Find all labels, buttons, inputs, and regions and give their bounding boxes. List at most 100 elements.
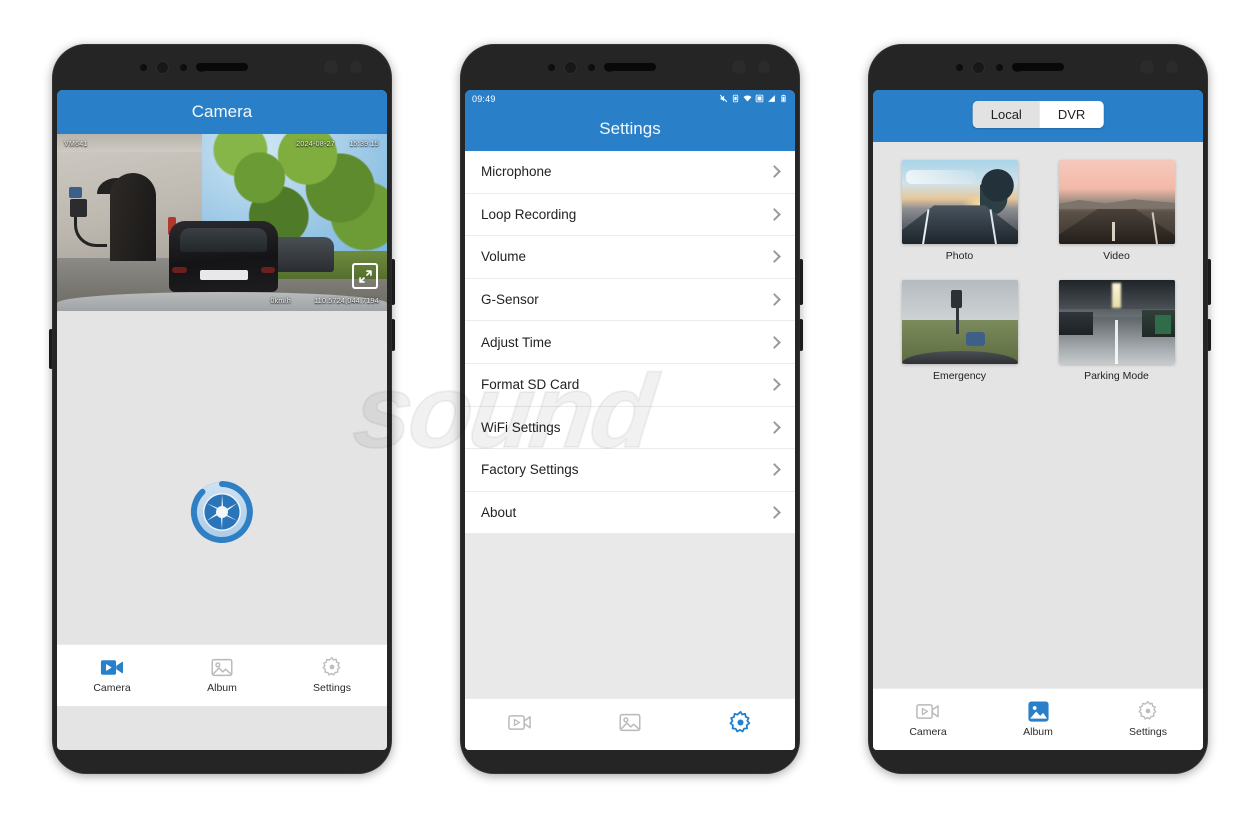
chevron-right-icon xyxy=(768,165,781,179)
chevron-right-icon xyxy=(768,506,781,519)
gear-icon xyxy=(1135,700,1161,721)
sensor-dot-icon xyxy=(1166,61,1178,73)
video-camera-icon xyxy=(915,701,941,721)
overlay-speed: 0km/h xyxy=(270,298,291,305)
settings-row-label: About xyxy=(481,505,517,521)
power-button[interactable] xyxy=(799,319,803,351)
settings-row-factory-settings[interactable]: Factory Settings xyxy=(465,449,795,492)
album-screen: Local DVR Photo Video Emergency Parking … xyxy=(873,90,1203,750)
settings-row-label: Factory Settings xyxy=(481,462,579,478)
chevron-right-icon xyxy=(768,378,781,392)
tab-settings-label: Settings xyxy=(1129,726,1167,738)
camera-screen: Camera VM641 2024-08-27 15:39:15 0km/h 1… xyxy=(57,90,387,750)
thumbnail-parking-mode[interactable] xyxy=(1058,280,1175,364)
settings-row-microphone[interactable]: Microphone xyxy=(465,151,795,194)
sensor-dot-icon xyxy=(140,64,147,71)
power-button[interactable] xyxy=(1207,319,1211,351)
video-camera-icon xyxy=(99,657,125,677)
volume-button[interactable] xyxy=(1207,259,1211,305)
earpiece-speaker xyxy=(604,63,656,71)
tab-camera[interactable]: Camera xyxy=(57,645,167,706)
screenshot-root: sound Camera xyxy=(0,0,1260,840)
album-tabbar: Camera Album Settings xyxy=(873,688,1203,750)
preview-charger-unit xyxy=(70,199,87,218)
thumbnail-video[interactable] xyxy=(1058,160,1175,244)
album-cell-video[interactable]: Video xyxy=(1044,160,1189,262)
settings-row-g-sensor[interactable]: G-Sensor xyxy=(465,278,795,322)
settings-row-volume[interactable]: Volume xyxy=(465,236,795,279)
settings-row-label: Loop Recording xyxy=(481,206,577,222)
sd-card-icon xyxy=(755,94,764,103)
photo-image-icon xyxy=(209,657,235,677)
sensor-dot-icon xyxy=(732,60,746,74)
settings-row-loop-recording[interactable]: Loop Recording xyxy=(465,193,795,237)
settings-list: Microphone Loop Recording Volume G-Senso… xyxy=(465,151,795,705)
status-time: 09:49 xyxy=(472,93,496,104)
wifi-icon xyxy=(743,95,752,102)
photo-image-icon xyxy=(617,712,643,732)
album-cell-label: Photo xyxy=(945,250,974,262)
phone-top-bezel xyxy=(460,44,800,90)
expand-arrows-icon[interactable] xyxy=(352,263,378,289)
preview-garage-door xyxy=(109,172,156,262)
sensor-dot-icon xyxy=(324,60,338,74)
sensor-dot-icon xyxy=(588,64,595,71)
earpiece-speaker xyxy=(196,63,248,71)
phone-album: Local DVR Photo Video Emergency Parking … xyxy=(868,44,1211,774)
phone-camera: Camera VM641 2024-08-27 15:39:15 0km/h 1… xyxy=(49,44,395,774)
settings-row-label: Volume xyxy=(481,249,527,265)
power-button[interactable] xyxy=(391,319,395,351)
album-cell-label: Video xyxy=(1103,250,1130,262)
page-title: Camera xyxy=(191,102,253,121)
overlay-model-label: VM641 xyxy=(64,141,88,148)
settings-row-label: Format SD Card xyxy=(481,377,580,393)
tab-settings[interactable]: Settings xyxy=(1093,689,1203,750)
tab-settings[interactable]: Settings xyxy=(277,645,387,706)
volume-button[interactable] xyxy=(799,259,803,305)
settings-row-adjust-time[interactable]: Adjust Time xyxy=(465,321,795,364)
settings-row-format-sd-card[interactable]: Format SD Card xyxy=(465,363,795,407)
tab-camera[interactable] xyxy=(465,699,575,750)
thumbnail-photo[interactable] xyxy=(901,160,1018,244)
overlay-time: 15:39:15 xyxy=(349,141,379,148)
gear-icon xyxy=(319,656,345,677)
chevron-right-icon xyxy=(768,420,781,434)
album-cell-emergency[interactable]: Emergency xyxy=(887,280,1032,382)
gear-icon xyxy=(727,710,753,732)
tab-camera[interactable]: Camera xyxy=(873,689,983,750)
status-icons xyxy=(719,94,788,103)
sensor-dot-icon xyxy=(548,64,555,71)
tab-settings-label: Settings xyxy=(313,682,351,694)
tab-album[interactable]: Album xyxy=(983,689,1093,750)
front-camera-icon xyxy=(564,61,577,74)
mute-icon xyxy=(719,94,728,103)
tab-settings[interactable] xyxy=(685,699,795,750)
settings-screen: 09:49 Settings Microphone Loop Recording… xyxy=(465,90,795,750)
segment-local[interactable]: Local xyxy=(972,101,1040,128)
settings-row-label: G-Sensor xyxy=(481,292,539,308)
album-source-segmented-control[interactable]: Local DVR xyxy=(972,101,1104,128)
sensor-dot-icon xyxy=(758,61,770,73)
settings-row-wifi-settings[interactable]: WiFi Settings xyxy=(465,406,795,450)
preview-taillight-left xyxy=(172,266,187,274)
tab-album[interactable] xyxy=(575,699,685,750)
preview-license-plate xyxy=(199,270,248,281)
album-cell-photo[interactable]: Photo xyxy=(887,160,1032,262)
settings-row-label: WiFi Settings xyxy=(481,419,561,435)
camera-aperture-icon[interactable] xyxy=(190,480,254,544)
tab-album-label: Album xyxy=(207,682,237,694)
volume-button[interactable] xyxy=(391,259,395,305)
thumbnail-emergency[interactable] xyxy=(901,280,1018,364)
segment-dvr[interactable]: DVR xyxy=(1039,101,1104,128)
sensor-dot-icon xyxy=(350,61,362,73)
phone-top-bezel xyxy=(868,44,1208,90)
album-cell-parking-mode[interactable]: Parking Mode xyxy=(1044,280,1189,382)
settings-row-about[interactable]: About xyxy=(465,491,795,535)
tab-album[interactable]: Album xyxy=(167,645,277,706)
chevron-right-icon xyxy=(768,250,781,264)
assistant-button[interactable] xyxy=(49,329,53,369)
preview-taillight-right xyxy=(260,266,275,274)
preview-parked-car xyxy=(169,220,279,292)
album-cell-label: Parking Mode xyxy=(1084,370,1149,382)
camera-live-preview[interactable]: VM641 2024-08-27 15:39:15 0km/h 110.5724… xyxy=(57,134,387,311)
